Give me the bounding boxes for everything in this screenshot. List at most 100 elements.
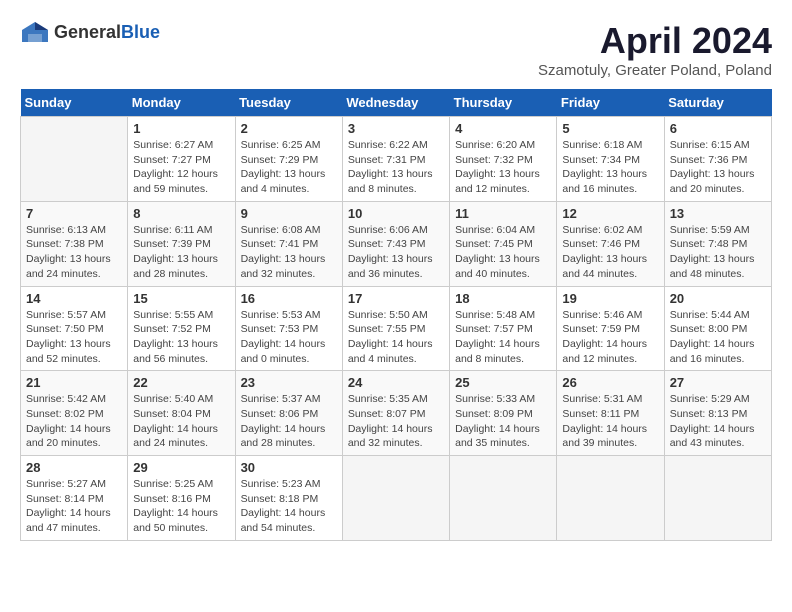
- day-number: 18: [455, 291, 551, 306]
- day-number: 29: [133, 460, 229, 475]
- day-number: 7: [26, 206, 122, 221]
- calendar-cell: 8Sunrise: 6:11 AM Sunset: 7:39 PM Daylig…: [128, 201, 235, 286]
- day-number: 17: [348, 291, 444, 306]
- calendar-cell: 21 Sunrise: 5:42 AM Sunset: 8:02 PM Dayli…: [21, 371, 128, 456]
- day-info: Sunrise: 6:27 AM Sunset: 7:27 PM Dayligh…: [133, 138, 229, 197]
- day-info: Sunrise: 6:18 AM Sunset: 7:34 PM Dayligh…: [562, 138, 658, 197]
- day-info: Sunrise: 6:02 AM Sunset: 7:46 PM Dayligh…: [562, 223, 658, 282]
- day-info: Sunrise: 5:35 AM Sunset: 8:07 PM Dayligh…: [348, 392, 444, 451]
- week-row-3: 14 Sunrise: 5:57 AM Sunset: 7:50 PM Dayli…: [21, 286, 772, 371]
- day-number: 5: [562, 121, 658, 136]
- subtitle: Szamotuly, Greater Poland, Poland: [538, 62, 772, 79]
- calendar-cell: 2 Sunrise: 6:25 AM Sunset: 7:29 PM Daylig…: [235, 117, 342, 202]
- day-info: Sunrise: 5:23 AM Sunset: 8:18 PM Dayligh…: [241, 477, 337, 536]
- day-number: 22: [133, 375, 229, 390]
- calendar-cell: 22 Sunrise: 5:40 AM Sunset: 8:04 PM Dayli…: [128, 371, 235, 456]
- day-info: Sunrise: 5:59 AM Sunset: 7:48 PM Dayligh…: [670, 223, 766, 282]
- calendar-cell: 19Sunrise: 5:46 AM Sunset: 7:59 PM Dayli…: [557, 286, 664, 371]
- logo-icon: [20, 20, 50, 44]
- day-number: 25: [455, 375, 551, 390]
- day-info: Sunrise: 5:40 AM Sunset: 8:04 PM Dayligh…: [133, 392, 229, 451]
- calendar-cell: 12Sunrise: 6:02 AM Sunset: 7:46 PM Dayli…: [557, 201, 664, 286]
- calendar-cell: 13 Sunrise: 5:59 AM Sunset: 7:48 PM Dayli…: [664, 201, 771, 286]
- day-number: 6: [670, 121, 766, 136]
- week-row-5: 28 Sunrise: 5:27 AM Sunset: 8:14 PM Dayli…: [21, 456, 772, 541]
- calendar-cell: 16 Sunrise: 5:53 AM Sunset: 7:53 PM Dayli…: [235, 286, 342, 371]
- title-area: April 2024 Szamotuly, Greater Poland, Po…: [538, 20, 772, 79]
- week-row-2: 7Sunrise: 6:13 AM Sunset: 7:38 PM Daylig…: [21, 201, 772, 286]
- day-info: Sunrise: 6:22 AM Sunset: 7:31 PM Dayligh…: [348, 138, 444, 197]
- day-number: 8: [133, 206, 229, 221]
- day-number: 14: [26, 291, 122, 306]
- day-number: 10: [348, 206, 444, 221]
- calendar-cell: 27Sunrise: 5:29 AM Sunset: 8:13 PM Dayli…: [664, 371, 771, 456]
- day-number: 3: [348, 121, 444, 136]
- day-info: Sunrise: 5:46 AM Sunset: 7:59 PM Dayligh…: [562, 308, 658, 367]
- day-info: Sunrise: 6:15 AM Sunset: 7:36 PM Dayligh…: [670, 138, 766, 197]
- day-number: 13: [670, 206, 766, 221]
- day-number: 30: [241, 460, 337, 475]
- logo-general: General: [54, 22, 121, 42]
- calendar-cell: 4Sunrise: 6:20 AM Sunset: 7:32 PM Daylig…: [450, 117, 557, 202]
- calendar-cell: 30 Sunrise: 5:23 AM Sunset: 8:18 PM Dayli…: [235, 456, 342, 541]
- day-number: 9: [241, 206, 337, 221]
- calendar-cell: 24 Sunrise: 5:35 AM Sunset: 8:07 PM Dayli…: [342, 371, 449, 456]
- day-header-sunday: Sunday: [21, 89, 128, 117]
- day-header-wednesday: Wednesday: [342, 89, 449, 117]
- calendar-cell: 15 Sunrise: 5:55 AM Sunset: 7:52 PM Dayli…: [128, 286, 235, 371]
- calendar-cell: 28 Sunrise: 5:27 AM Sunset: 8:14 PM Dayli…: [21, 456, 128, 541]
- calendar-cell: 11 Sunrise: 6:04 AM Sunset: 7:45 PM Dayli…: [450, 201, 557, 286]
- day-number: 11: [455, 206, 551, 221]
- day-header-friday: Friday: [557, 89, 664, 117]
- day-info: Sunrise: 5:31 AM Sunset: 8:11 PM Dayligh…: [562, 392, 658, 451]
- calendar-cell: 26 Sunrise: 5:31 AM Sunset: 8:11 PM Dayli…: [557, 371, 664, 456]
- week-row-1: 1Sunrise: 6:27 AM Sunset: 7:27 PM Daylig…: [21, 117, 772, 202]
- day-number: 20: [670, 291, 766, 306]
- calendar-cell: [342, 456, 449, 541]
- day-number: 24: [348, 375, 444, 390]
- calendar-cell: 9 Sunrise: 6:08 AM Sunset: 7:41 PM Daylig…: [235, 201, 342, 286]
- day-info: Sunrise: 5:33 AM Sunset: 8:09 PM Dayligh…: [455, 392, 551, 451]
- calendar-cell: 6 Sunrise: 6:15 AM Sunset: 7:36 PM Daylig…: [664, 117, 771, 202]
- days-header-row: SundayMondayTuesdayWednesdayThursdayFrid…: [21, 89, 772, 117]
- day-info: Sunrise: 5:53 AM Sunset: 7:53 PM Dayligh…: [241, 308, 337, 367]
- day-number: 27: [670, 375, 766, 390]
- day-info: Sunrise: 6:08 AM Sunset: 7:41 PM Dayligh…: [241, 223, 337, 282]
- day-info: Sunrise: 6:04 AM Sunset: 7:45 PM Dayligh…: [455, 223, 551, 282]
- day-info: Sunrise: 5:42 AM Sunset: 8:02 PM Dayligh…: [26, 392, 122, 451]
- day-info: Sunrise: 6:06 AM Sunset: 7:43 PM Dayligh…: [348, 223, 444, 282]
- week-row-4: 21 Sunrise: 5:42 AM Sunset: 8:02 PM Dayli…: [21, 371, 772, 456]
- header: GeneralBlue April 2024 Szamotuly, Greate…: [20, 20, 772, 79]
- calendar-table: SundayMondayTuesdayWednesdayThursdayFrid…: [20, 89, 772, 541]
- calendar-cell: 29Sunrise: 5:25 AM Sunset: 8:16 PM Dayli…: [128, 456, 235, 541]
- calendar-cell: 20 Sunrise: 5:44 AM Sunset: 8:00 PM Dayli…: [664, 286, 771, 371]
- main-title: April 2024: [538, 20, 772, 62]
- day-header-monday: Monday: [128, 89, 235, 117]
- day-info: Sunrise: 5:55 AM Sunset: 7:52 PM Dayligh…: [133, 308, 229, 367]
- day-number: 21: [26, 375, 122, 390]
- day-number: 2: [241, 121, 337, 136]
- day-number: 16: [241, 291, 337, 306]
- logo: GeneralBlue: [20, 20, 160, 44]
- day-number: 23: [241, 375, 337, 390]
- calendar-cell: 3 Sunrise: 6:22 AM Sunset: 7:31 PM Daylig…: [342, 117, 449, 202]
- day-info: Sunrise: 5:27 AM Sunset: 8:14 PM Dayligh…: [26, 477, 122, 536]
- day-number: 15: [133, 291, 229, 306]
- day-header-saturday: Saturday: [664, 89, 771, 117]
- day-number: 26: [562, 375, 658, 390]
- calendar-cell: 17 Sunrise: 5:50 AM Sunset: 7:55 PM Dayli…: [342, 286, 449, 371]
- day-header-thursday: Thursday: [450, 89, 557, 117]
- calendar-cell: [450, 456, 557, 541]
- day-number: 28: [26, 460, 122, 475]
- calendar-cell: 23 Sunrise: 5:37 AM Sunset: 8:06 PM Dayli…: [235, 371, 342, 456]
- day-info: Sunrise: 6:25 AM Sunset: 7:29 PM Dayligh…: [241, 138, 337, 197]
- day-header-tuesday: Tuesday: [235, 89, 342, 117]
- day-number: 4: [455, 121, 551, 136]
- day-info: Sunrise: 5:57 AM Sunset: 7:50 PM Dayligh…: [26, 308, 122, 367]
- day-info: Sunrise: 5:50 AM Sunset: 7:55 PM Dayligh…: [348, 308, 444, 367]
- calendar-cell: 18Sunrise: 5:48 AM Sunset: 7:57 PM Dayli…: [450, 286, 557, 371]
- day-info: Sunrise: 5:44 AM Sunset: 8:00 PM Dayligh…: [670, 308, 766, 367]
- calendar-cell: [557, 456, 664, 541]
- day-info: Sunrise: 5:37 AM Sunset: 8:06 PM Dayligh…: [241, 392, 337, 451]
- calendar-cell: 1Sunrise: 6:27 AM Sunset: 7:27 PM Daylig…: [128, 117, 235, 202]
